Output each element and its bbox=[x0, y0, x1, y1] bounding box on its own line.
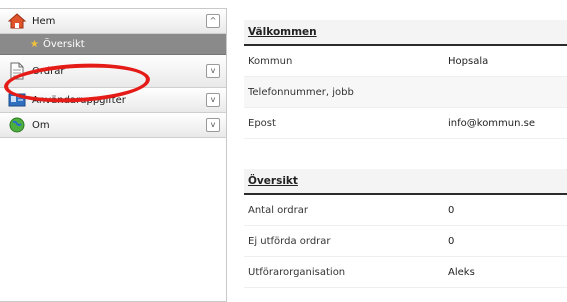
expand-toggle-icon[interactable]: v bbox=[206, 64, 220, 78]
field-value: Hopsala bbox=[448, 55, 489, 67]
accordion-label-om: Om bbox=[32, 119, 50, 131]
field-label: Epost bbox=[248, 117, 276, 129]
sidebar-item-oversikt[interactable]: ★ Översikt bbox=[0, 34, 226, 55]
info-row-ej-utforda: Ej utförda ordrar 0 bbox=[244, 226, 567, 257]
document-icon bbox=[8, 62, 26, 80]
field-label: Antal ordrar bbox=[248, 204, 308, 216]
info-row-antal-ordrar: Antal ordrar 0 bbox=[244, 195, 567, 226]
expand-toggle-icon[interactable]: v bbox=[206, 118, 220, 132]
accordion-label-home: Hem bbox=[32, 15, 56, 27]
collapse-toggle-icon[interactable]: ^ bbox=[206, 14, 220, 28]
field-label: Utförarorganisation bbox=[248, 266, 346, 278]
field-label: Kommun bbox=[248, 55, 293, 67]
info-row-telefon: Telefonnummer, jobb bbox=[244, 77, 567, 108]
accordion-header-anvandaruppgifter[interactable]: Användaruppgifter v bbox=[0, 88, 226, 113]
sidebar-accordion: Hem ^ ★ Översikt Ordrar v Användaruppgif… bbox=[0, 8, 227, 302]
main-content: Välkommen Kommun Hopsala Telefonnummer, … bbox=[244, 20, 567, 288]
accordion-label-anvandaruppgifter: Användaruppgifter bbox=[32, 94, 126, 106]
field-value: info@kommun.se bbox=[448, 117, 536, 129]
info-row-utforarorganisation: Utförarorganisation Aleks bbox=[244, 257, 567, 288]
card-icon bbox=[8, 91, 26, 109]
accordion-header-om[interactable]: Om v bbox=[0, 113, 226, 138]
section-title-valkommen: Välkommen bbox=[244, 20, 567, 46]
info-row-epost: Epost info@kommun.se bbox=[244, 108, 567, 139]
field-label: Ej utförda ordrar bbox=[248, 235, 331, 247]
field-label: Telefonnummer, jobb bbox=[248, 86, 354, 98]
globe-icon bbox=[8, 116, 26, 134]
sidebar-item-label: Översikt bbox=[42, 38, 85, 50]
accordion-header-ordrar[interactable]: Ordrar v bbox=[0, 55, 226, 88]
field-value: 0 bbox=[448, 235, 455, 247]
home-icon bbox=[8, 12, 26, 30]
accordion-header-home[interactable]: Hem ^ bbox=[0, 9, 226, 34]
field-value: 0 bbox=[448, 204, 455, 216]
info-row-kommun: Kommun Hopsala bbox=[244, 46, 567, 77]
star-icon: ★ bbox=[30, 38, 39, 50]
accordion-label-ordrar: Ordrar bbox=[32, 65, 65, 77]
expand-toggle-icon[interactable]: v bbox=[206, 93, 220, 107]
field-value: Aleks bbox=[448, 266, 475, 278]
section-title-oversikt: Översikt bbox=[244, 169, 567, 195]
